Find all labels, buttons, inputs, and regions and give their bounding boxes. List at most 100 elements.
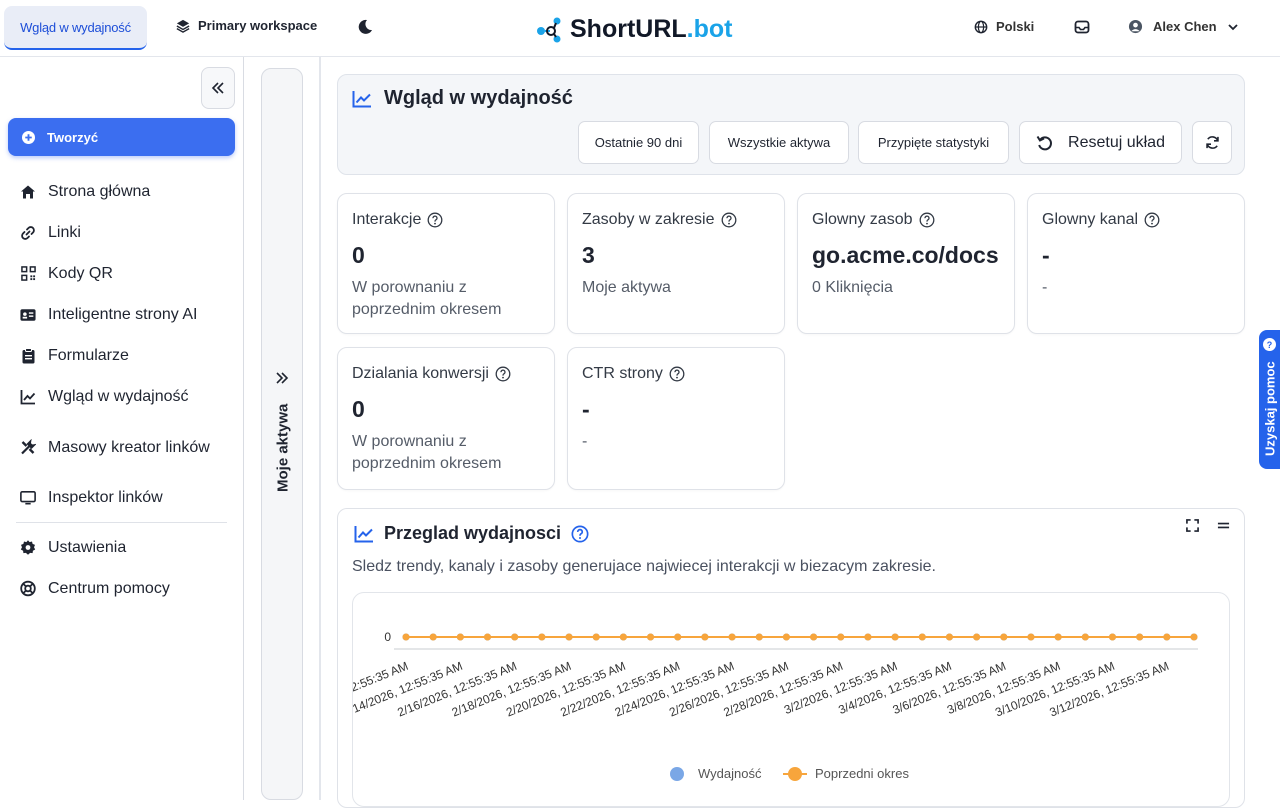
stat-value: 3 — [582, 242, 595, 268]
help-icon[interactable] — [495, 366, 511, 382]
sidebar-item-ai-pages[interactable]: Inteligentne strony AI — [20, 294, 230, 335]
sidebar-item-links[interactable]: Linki — [20, 212, 230, 253]
tab-performance-insights[interactable]: Wgląd w wydajność — [4, 6, 147, 50]
stat-subtext: 0 Kliknięcia — [812, 279, 893, 296]
stat-subtext: W porownaniu z poprzednim okresem — [352, 279, 502, 318]
stat-card-page-ctr: CTR strony - - — [567, 347, 785, 490]
sidebar-item-qr-codes[interactable]: Kody QR — [20, 253, 230, 294]
help-icon[interactable] — [571, 525, 589, 543]
lifebuoy-icon — [20, 580, 36, 597]
chart-line-icon — [20, 389, 36, 405]
data-point — [565, 633, 573, 641]
chart-line-icon — [352, 90, 371, 107]
stat-label-text: Zasoby w zakresie — [582, 211, 715, 228]
sidebar-divider — [16, 522, 227, 523]
globe-icon — [974, 20, 988, 33]
double-chevron-left-icon — [211, 82, 224, 94]
data-point — [1136, 633, 1144, 641]
data-point — [484, 633, 492, 641]
legend-label: Wydajność — [698, 766, 762, 781]
create-button-label: Tworzyć — [47, 129, 99, 145]
stat-value: - — [582, 396, 590, 422]
link-icon — [20, 225, 36, 241]
pinned-stats-filter[interactable]: Przypięte statystyki — [858, 121, 1009, 164]
monitor-icon — [20, 490, 36, 506]
stat-label-text: Interakcje — [352, 211, 422, 228]
sidebar-item-label: Kody QR — [48, 264, 113, 282]
refresh-icon — [1205, 136, 1219, 149]
data-point — [538, 633, 546, 641]
language-selector[interactable]: Polski — [974, 19, 1034, 34]
page-title-text: Wgląd w wydajność — [384, 87, 573, 109]
expand-icon[interactable] — [1186, 519, 1199, 532]
undo-icon — [1036, 135, 1052, 150]
help-icon: ? — [1263, 338, 1276, 351]
panel-title: Przeglad wydajnosci — [354, 523, 589, 544]
user-menu[interactable]: Alex Chen — [1128, 19, 1239, 34]
sidebar-item-bulk-link-builder[interactable]: Masowy kreator linków — [20, 417, 230, 477]
panel-title-text: Przeglad wydajnosci — [384, 523, 562, 543]
stat-subtext: W porownaniu z poprzednim okresem — [352, 433, 502, 472]
workspace-label: Primary workspace — [198, 18, 318, 33]
sidebar-item-settings[interactable]: Ustawienia — [20, 527, 230, 568]
help-icon[interactable] — [669, 366, 685, 382]
gear-icon — [20, 540, 36, 556]
refresh-button[interactable] — [1192, 121, 1232, 164]
my-assets-drawer[interactable]: Moje aktywa — [261, 68, 303, 800]
data-point — [1027, 633, 1035, 641]
data-point — [647, 633, 655, 641]
stat-card-assets-in-scope: Zasoby w zakresie 3 Moje aktywa — [567, 193, 785, 334]
stat-value: 0 — [352, 396, 365, 422]
sidebar-nav: Strona główna Linki Kody QR Inteligentne… — [16, 171, 230, 609]
assets-filter[interactable]: Wszystkie aktywa — [709, 121, 849, 164]
layers-icon — [176, 19, 190, 33]
get-help-tab[interactable]: ? Uzyskaj pomoc — [1259, 330, 1280, 469]
sidebar-item-label: Linki — [48, 223, 81, 241]
legend-label: Poprzedni okres — [815, 766, 909, 781]
help-icon[interactable] — [919, 212, 935, 228]
stat-label-text: CTR strony — [582, 365, 663, 382]
language-label: Polski — [996, 19, 1035, 34]
double-chevron-right-icon — [276, 372, 289, 384]
legend-swatch — [788, 767, 802, 781]
collapse-sidebar-button[interactable] — [201, 67, 235, 109]
stat-card-conversions: Dzialania konwersji 0 W porownaniu z pop… — [337, 347, 555, 490]
app-logo[interactable]: ShortURL.bot — [536, 15, 732, 44]
dark-mode-toggle-icon[interactable] — [356, 18, 374, 36]
panel-tools — [1186, 519, 1230, 532]
sidebar-item-performance[interactable]: Wgląd w wydajność — [20, 376, 230, 417]
data-point — [891, 633, 899, 641]
data-point — [782, 633, 790, 641]
sidebar-item-help-center[interactable]: Centrum pomocy — [20, 568, 230, 609]
create-button[interactable]: Tworzyć — [8, 118, 235, 156]
sidebar-item-link-inspector[interactable]: Inspektor linków — [20, 477, 230, 518]
workspace-switcher[interactable]: Primary workspace — [176, 18, 317, 33]
page-title: Wgląd w wydajność — [352, 87, 573, 110]
reset-layout-button[interactable]: Resetuj układ — [1019, 121, 1182, 164]
sidebar-item-label: Wgląd w wydajność — [48, 387, 189, 405]
help-icon[interactable] — [1144, 212, 1160, 228]
data-point — [592, 633, 600, 641]
sidebar-item-label: Strona główna — [48, 182, 151, 200]
sidebar-item-label: Centrum pomocy — [48, 579, 170, 597]
data-point — [810, 633, 818, 641]
help-icon[interactable] — [721, 212, 737, 228]
user-avatar-icon — [1128, 19, 1143, 34]
drag-handle-icon[interactable] — [1217, 519, 1230, 532]
help-icon[interactable] — [427, 212, 443, 228]
performance-overview-panel: Przeglad wydajnosci Sledz trendy, kanaly… — [337, 508, 1245, 808]
sidebar-item-label: Ustawienia — [48, 538, 127, 556]
reset-layout-label: Resetuj układ — [1068, 133, 1165, 151]
data-point — [1000, 633, 1008, 641]
stat-label-text: Glowny kanal — [1042, 211, 1139, 228]
sidebar-item-forms[interactable]: Formularze — [20, 335, 230, 376]
get-help-label: Uzyskaj pomoc — [1262, 361, 1278, 457]
sidebar-item-home[interactable]: Strona główna — [20, 171, 230, 212]
data-point — [1054, 633, 1062, 641]
date-range-filter[interactable]: Ostatnie 90 dni — [578, 121, 699, 164]
stat-value: go.acme.co/docs — [812, 242, 999, 268]
inbox-icon[interactable] — [1074, 19, 1090, 35]
data-point — [1190, 633, 1198, 641]
stat-label-text: Glowny zasob — [812, 211, 913, 228]
top-bar: Wgląd w wydajność Primary workspace Shor… — [0, 0, 1280, 57]
